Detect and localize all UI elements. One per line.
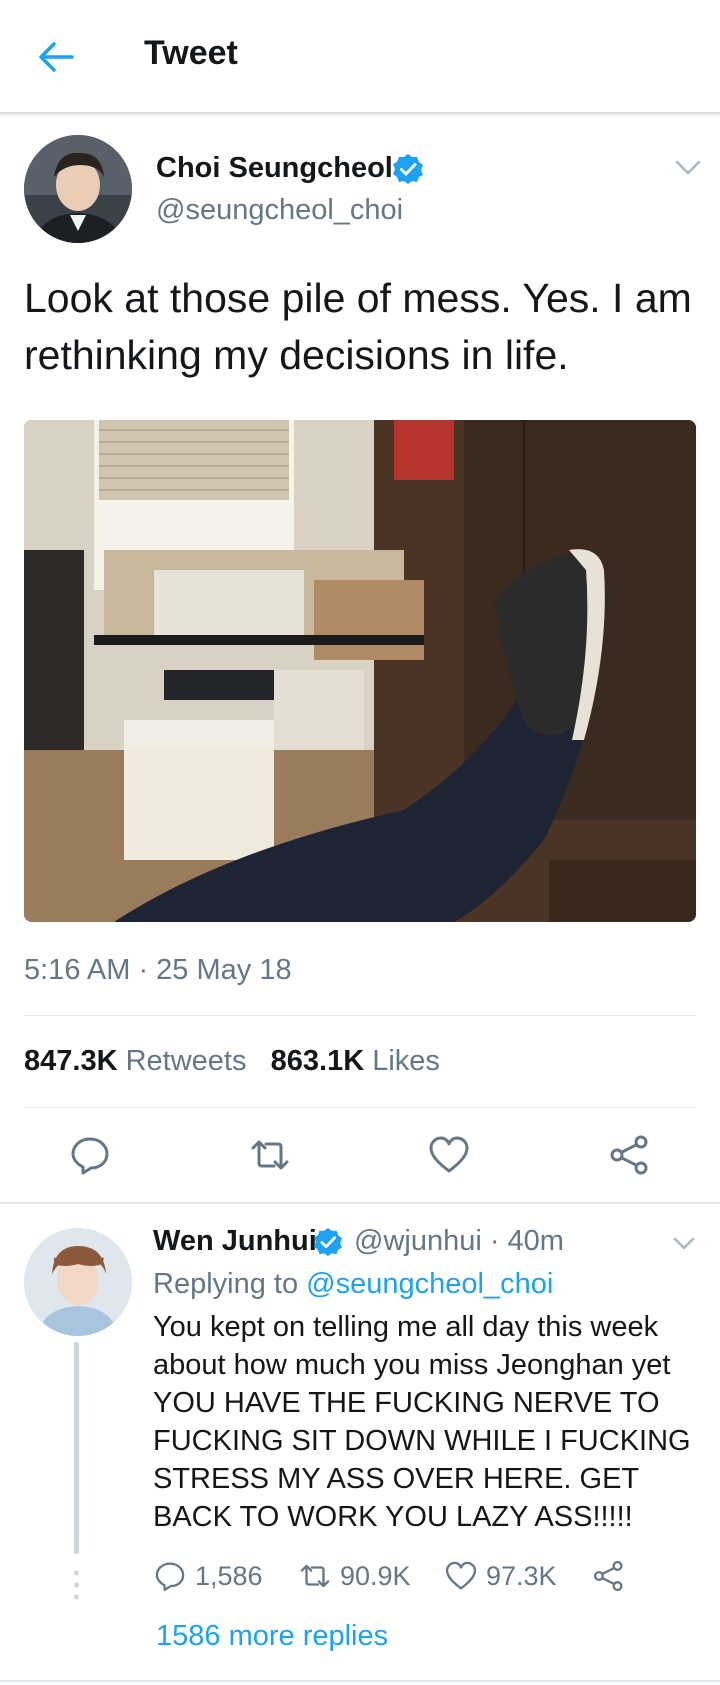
page-title: Tweet — [144, 34, 238, 72]
tweet-text: Look at those pile of mess. Yes. I am re… — [24, 275, 692, 378]
reply-author-avatar[interactable] — [24, 1228, 132, 1336]
retweet-count: 90.9K — [340, 1560, 411, 1591]
author-avatar[interactable] — [24, 135, 132, 243]
chevron-down-icon — [675, 160, 701, 175]
replying-to: Replying to @seungcheol_choi — [153, 1268, 553, 1301]
thread-connector — [74, 1342, 79, 1554]
reply-author-name[interactable]: Wen Junhui — [153, 1225, 317, 1258]
reply-share-button[interactable] — [592, 1558, 626, 1594]
reply-handle-time[interactable]: @wjunhui · 40m — [354, 1225, 564, 1258]
section-divider — [0, 1202, 720, 1204]
chevron-down-icon — [673, 1237, 695, 1250]
share-icon — [610, 1135, 648, 1175]
reply-reply-button[interactable]: 1,586 — [153, 1558, 263, 1594]
likes-stat[interactable]: 863.1K Likes — [271, 1045, 440, 1077]
divider — [24, 1015, 696, 1016]
reply-text: You kept on telling me all day this week… — [153, 1311, 691, 1533]
tweet-stats: 847.3K Retweets 863.1K Likes — [24, 1045, 440, 1078]
thread-dots — [73, 1567, 80, 1607]
tweet-menu-button[interactable] — [670, 150, 706, 186]
replying-mention-link[interactable]: @seungcheol_choi — [306, 1268, 553, 1300]
reply-menu-button[interactable] — [668, 1228, 700, 1260]
reply-button[interactable] — [68, 1133, 112, 1177]
verified-badge-icon — [313, 1227, 343, 1257]
author-name[interactable]: Choi Seungcheol — [156, 152, 393, 185]
tweet-timestamp: 5:16 AM · 25 May 18 — [24, 954, 292, 986]
heart-icon — [445, 1561, 477, 1590]
retweets-count: 847.3K — [24, 1045, 118, 1077]
likes-count: 863.1K — [270, 1045, 365, 1077]
reply-count: 1,586 — [195, 1560, 263, 1591]
divider — [0, 1680, 720, 1682]
likes-label: Likes — [372, 1045, 440, 1077]
more-replies-link[interactable]: 1586 more replies — [156, 1620, 388, 1653]
reply-retweet-button[interactable]: 90.9K — [298, 1558, 411, 1594]
top-bar: Tweet — [0, 0, 720, 114]
retweet-button[interactable] — [248, 1133, 292, 1177]
retweets-label: Retweets — [125, 1045, 247, 1077]
share-icon — [593, 1560, 623, 1592]
retweet-icon — [300, 1564, 330, 1588]
replying-prefix: Replying to — [153, 1268, 299, 1300]
reply-icon — [71, 1137, 109, 1175]
like-count: 97.3K — [486, 1560, 557, 1591]
back-button[interactable] — [28, 30, 84, 86]
reply-like-button[interactable]: 97.3K — [444, 1558, 557, 1594]
share-button[interactable] — [608, 1133, 652, 1177]
author-handle[interactable]: @seungcheol_choi — [156, 194, 403, 227]
divider — [24, 1107, 696, 1108]
arrow-left-icon — [39, 42, 74, 72]
tweet-photo[interactable] — [24, 420, 696, 922]
reply-icon — [155, 1562, 185, 1592]
like-button[interactable] — [427, 1133, 471, 1177]
retweets-stat[interactable]: 847.3K Retweets — [24, 1045, 246, 1077]
retweet-icon — [251, 1140, 289, 1170]
verified-badge-icon — [392, 153, 424, 185]
heart-icon — [429, 1136, 469, 1173]
